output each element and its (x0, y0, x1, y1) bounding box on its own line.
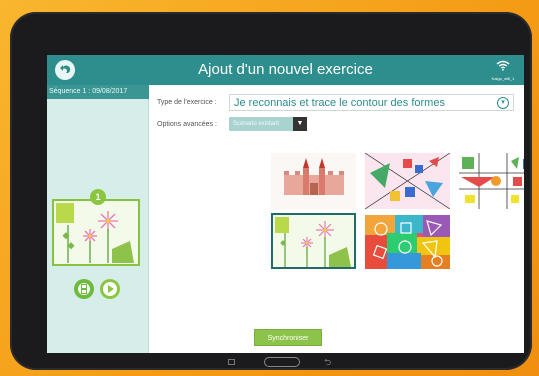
film-reel-icon (78, 283, 90, 295)
lines-shapes-icon (459, 153, 524, 209)
chevron-down-icon: ▾ (497, 97, 509, 109)
sequence-sidebar: Séquence 1 : 09/08/2017 1 (47, 85, 149, 353)
wifi-status: Kalgo_wifi_1 (490, 58, 516, 81)
page-title: Ajout d'un nouvel exercice (198, 61, 373, 78)
home-button-icon[interactable] (264, 357, 300, 367)
scenario-value: Scénario existant (233, 121, 280, 127)
wifi-label: Kalgo_wifi_1 (491, 76, 515, 81)
colored-shapes-exercise[interactable] (365, 153, 450, 209)
sequence-thumbnail[interactable] (52, 199, 140, 266)
type-label: Type de l'exercice : (157, 99, 217, 106)
exercise-form: Type de l'exercice : Je reconnais et tra… (149, 85, 524, 353)
mosaic-shapes-icon (365, 215, 450, 269)
sequence-header[interactable]: Séquence 1 : 09/08/2017 (47, 85, 149, 99)
dropdown-arrow-icon: ▼ (293, 117, 307, 131)
play-button[interactable] (100, 279, 120, 299)
back-nav-icon[interactable]: ⮌ (324, 355, 331, 371)
flowers-exercise[interactable] (271, 213, 356, 269)
exercise-count-badge: 1 (90, 189, 106, 205)
scenario-dropdown[interactable]: Scénario existant ▼ (229, 117, 307, 131)
play-icon (103, 282, 117, 296)
flowers-thumbnail-icon (54, 201, 138, 264)
lines-shapes-exercise[interactable] (459, 153, 524, 209)
exercise-type-select[interactable]: Je reconnais et trace le contour des for… (229, 94, 514, 111)
recent-apps-icon[interactable] (228, 359, 235, 365)
app-screen: Ajout d'un nouvel exercice Kalgo_wifi_1 … (47, 55, 524, 353)
flowers-icon (273, 215, 354, 267)
film-button[interactable] (74, 279, 94, 299)
exercise-type-value: Je reconnais et trace le contour des for… (234, 97, 445, 109)
tablet-device: Ajout d'un nouvel exercice Kalgo_wifi_1 … (10, 12, 532, 370)
top-bar: Ajout d'un nouvel exercice Kalgo_wifi_1 (47, 55, 524, 85)
orange-background: Ajout d'un nouvel exercice Kalgo_wifi_1 … (0, 0, 539, 376)
castle-icon (271, 153, 356, 209)
mosaic-shapes-exercise[interactable] (365, 215, 450, 269)
advanced-options-label: Options avancées : (157, 121, 217, 128)
system-nav-bar: ⮌ (10, 357, 532, 369)
castle-exercise[interactable] (271, 153, 356, 209)
synchronize-button[interactable]: Synchroniser (254, 329, 322, 346)
colored-shapes-icon (365, 153, 450, 209)
wifi-icon (496, 60, 510, 71)
